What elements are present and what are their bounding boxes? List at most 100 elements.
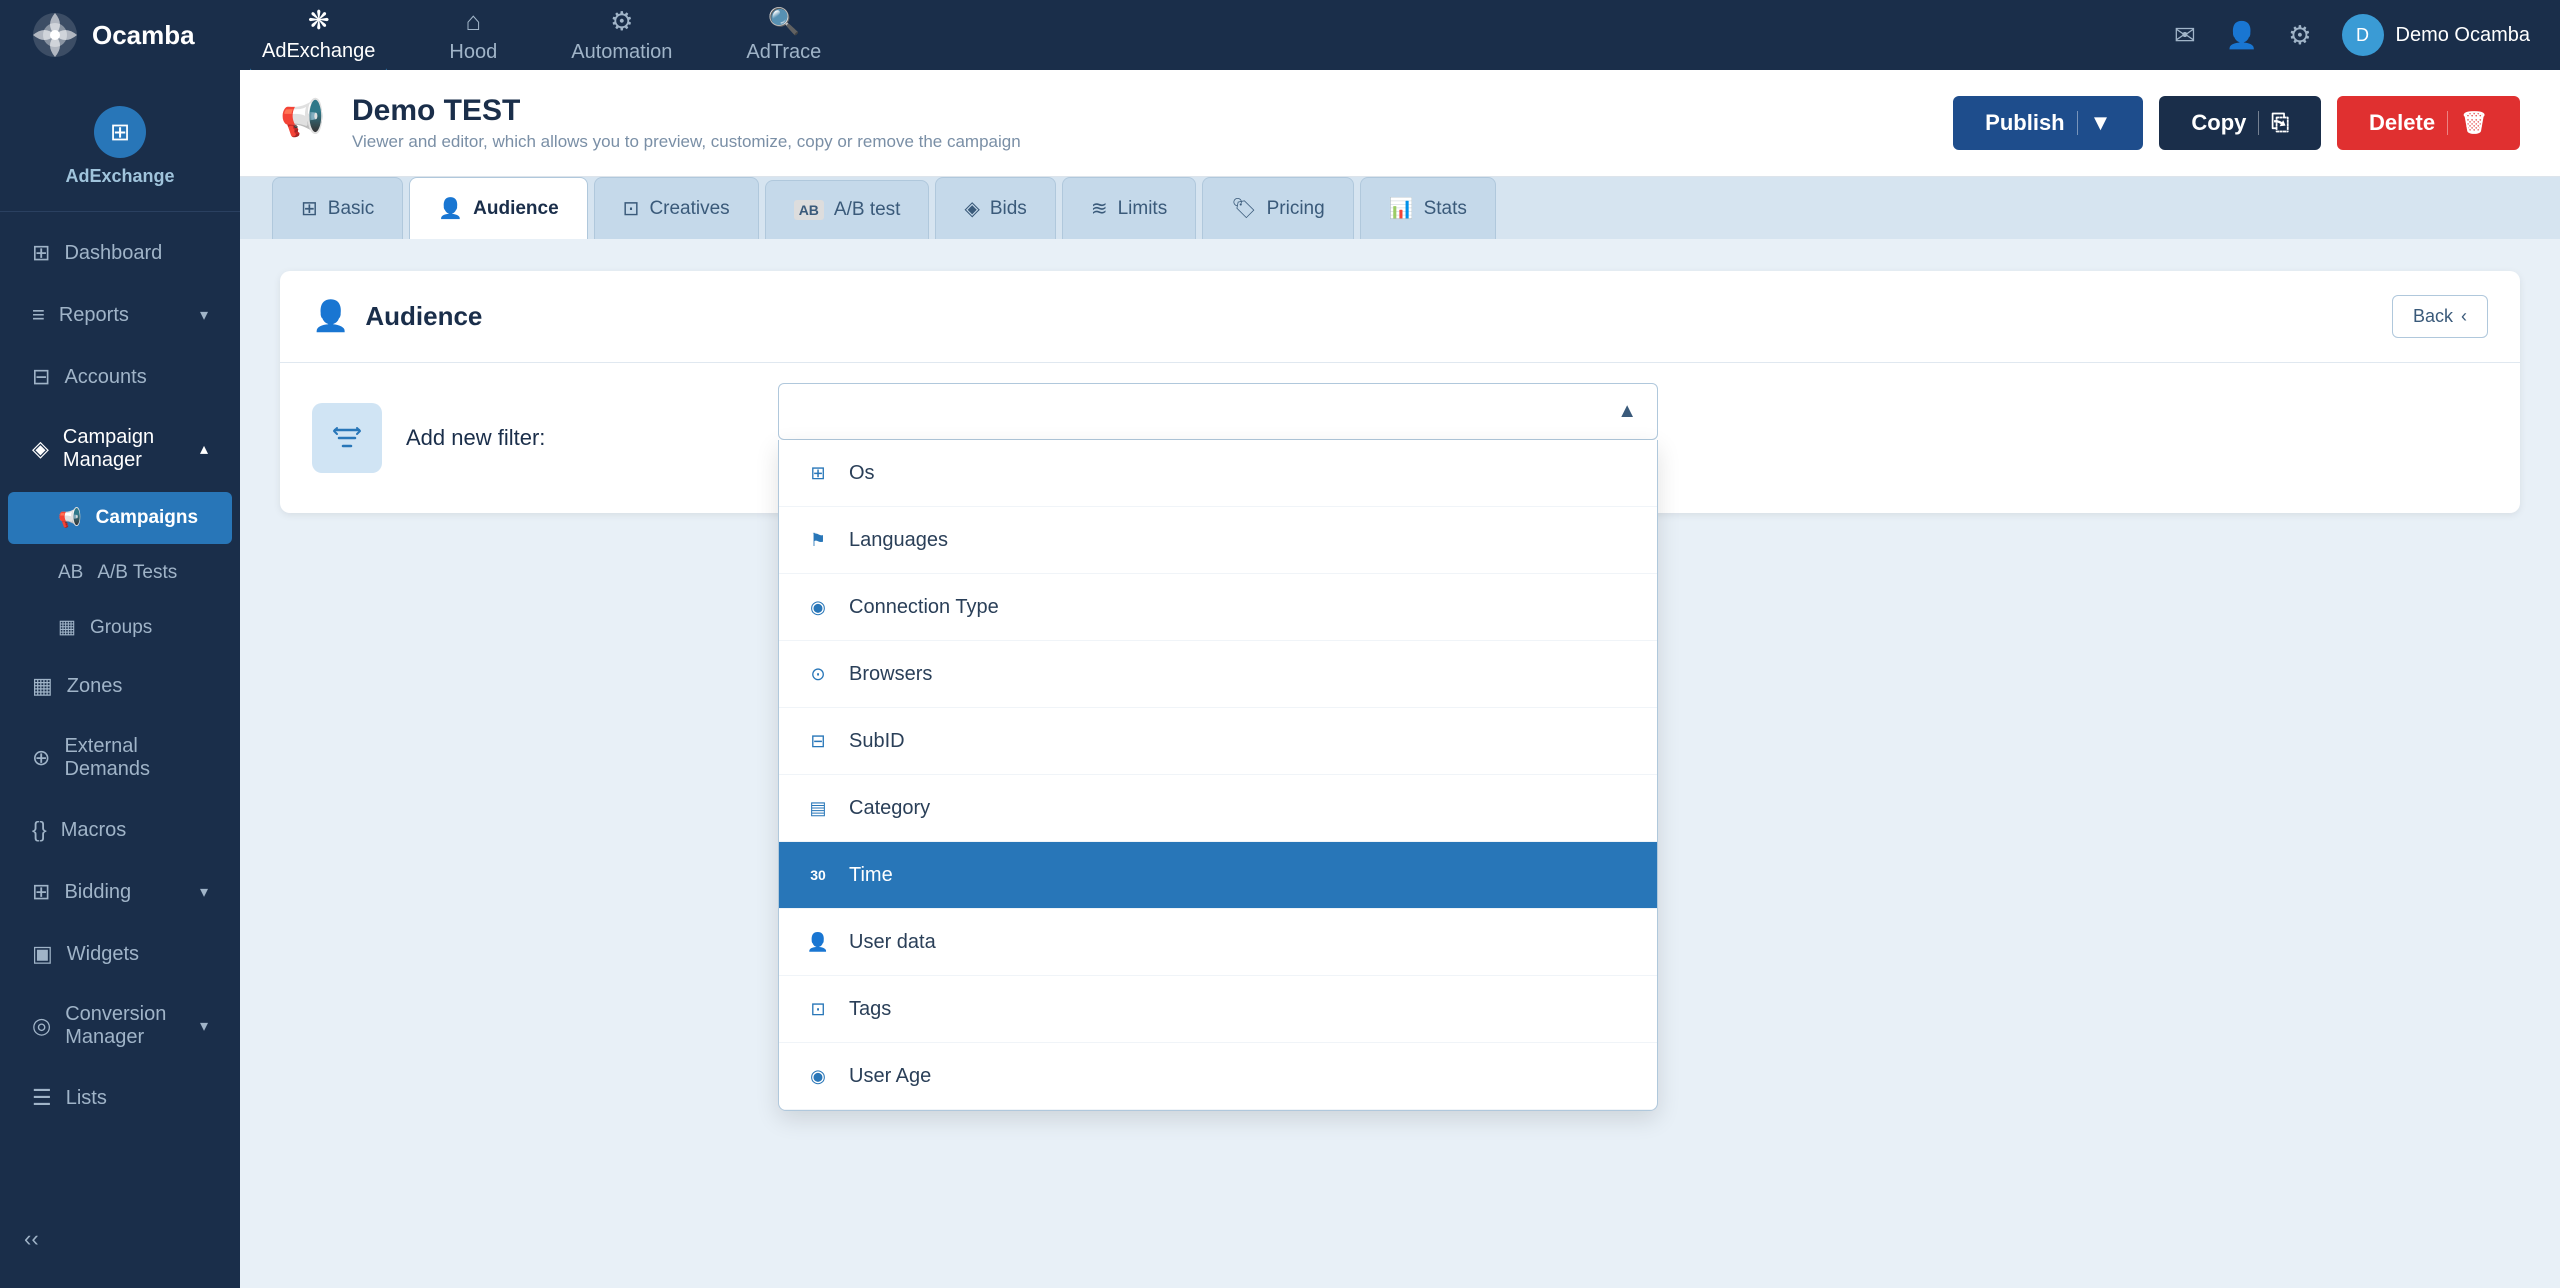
ab-tests-icon: AB [58,562,83,584]
tab-stats[interactable]: 📊 Stats [1360,177,1496,239]
tab-label-limits: Limits [1118,198,1168,220]
dropdown-item-category[interactable]: ▤ Category [779,775,1657,842]
limits-tab-icon: ≋ [1091,196,1108,221]
basic-tab-icon: ⊞ [301,196,318,221]
campaign-header-icon: 📢 [280,97,332,149]
mail-icon[interactable]: ✉ [2174,20,2196,51]
filter-dropdown: ▲ ⊞ Os ⚑ Languages [778,383,1658,1111]
back-label: Back [2413,306,2453,327]
sidebar-item-external-demands[interactable]: ⊕ External Demands [8,719,232,797]
dropdown-item-label-connection-type: Connection Type [849,596,999,619]
reports-icon: ≡ [32,302,45,328]
sidebar-collapse-button[interactable]: ‹‹ [0,1210,240,1268]
tab-ab-test[interactable]: AB A/B test [765,180,930,239]
sidebar-item-lists[interactable]: ☰ Lists [8,1069,232,1127]
main-layout: ⊞ AdExchange ⊞ Dashboard ≡ Reports ▾ ⊟ A… [0,70,2560,1288]
zones-icon: ▦ [32,673,53,699]
nav-item-adtrace[interactable]: 🔍 AdTrace [734,0,833,72]
sidebar-item-dashboard[interactable]: ⊞ Dashboard [8,224,232,282]
sidebar-item-bidding[interactable]: ⊞ Bidding ▾ [8,863,232,921]
sidebar-item-zones[interactable]: ▦ Zones [8,657,232,715]
dropdown-trigger[interactable]: ▲ [778,383,1658,440]
user-data-icon: 👤 [803,927,833,957]
tab-audience[interactable]: 👤 Audience [409,177,587,239]
sidebar-label-lists: Lists [66,1087,107,1110]
dropdown-item-label-browsers: Browsers [849,663,932,686]
nav-item-adexchange[interactable]: ❋ AdExchange [250,0,387,74]
audience-panel-header: 👤 Audience Back ‹ [280,271,2520,363]
dropdown-item-subid[interactable]: ⊟ SubID [779,708,1657,775]
sidebar-item-groups[interactable]: ▦ Groups [8,602,232,653]
browsers-icon: ⊙ [803,659,833,689]
audience-tab-icon: 👤 [438,196,463,221]
sidebar-item-macros[interactable]: {} Macros [8,801,232,859]
dropdown-item-time[interactable]: 30 Time [779,842,1657,909]
bidding-icon: ⊞ [32,879,50,905]
sidebar-item-reports[interactable]: ≡ Reports ▾ [8,286,232,344]
settings-icon[interactable]: ⚙ [2288,20,2311,51]
dropdown-item-label-os: Os [849,462,875,485]
campaigns-icon: 📢 [58,506,82,530]
adexchange-sidebar-icon: ⊞ [94,106,146,158]
dropdown-item-label-subid: SubID [849,730,905,753]
delete-label: Delete [2369,110,2435,136]
dropdown-item-tags[interactable]: ⊡ Tags [779,976,1657,1043]
tab-bids[interactable]: ◈ Bids [935,177,1055,239]
widgets-icon: ▣ [32,941,53,967]
automation-icon: ⚙ [610,6,633,37]
sidebar-label-ab-tests: A/B Tests [97,562,177,584]
sidebar-label-macros: Macros [61,819,127,842]
dropdown-item-os[interactable]: ⊞ Os [779,440,1657,507]
sidebar-item-ab-tests[interactable]: AB A/B Tests [8,548,232,598]
sidebar-label-campaigns: Campaigns [96,507,198,529]
user-name: Demo Ocamba [2396,24,2531,47]
sidebar-label-groups: Groups [90,617,152,639]
app-name: Ocamba [92,20,195,51]
campaign-manager-icon: ◈ [32,436,49,462]
category-icon: ▤ [803,793,833,823]
sidebar-item-campaign-manager[interactable]: ◈ Campaign Manager ▴ [8,410,232,488]
sidebar-item-campaigns[interactable]: 📢 Campaigns [8,492,232,544]
copy-button[interactable]: Copy ⎘ [2159,96,2321,150]
top-nav-right: ✉ 👤 ⚙ D Demo Ocamba [2174,14,2530,56]
dropdown-item-connection-type[interactable]: ◉ Connection Type [779,574,1657,641]
copy-icon: ⎘ [2271,110,2289,136]
filter-icon-box [312,403,382,473]
user-menu[interactable]: D Demo Ocamba [2342,14,2531,56]
nav-item-hood[interactable]: ⌂ Hood [437,0,509,72]
sidebar-label-widgets: Widgets [67,943,139,966]
sidebar-item-accounts[interactable]: ⊟ Accounts [8,348,232,406]
campaign-manager-chevron: ▴ [200,439,208,459]
copy-divider [2258,111,2259,135]
sidebar-label-dashboard: Dashboard [64,242,162,265]
audience-panel: 👤 Audience Back ‹ Add new f [280,271,2520,513]
groups-icon: ▦ [58,616,76,639]
reports-chevron: ▾ [200,305,208,325]
dropdown-item-user-age[interactable]: ◉ User Age [779,1043,1657,1110]
back-button[interactable]: Back ‹ [2392,295,2488,338]
accounts-icon: ⊟ [32,364,50,390]
tab-creatives[interactable]: ⊡ Creatives [594,177,759,239]
sidebar-label-bidding: Bidding [64,881,131,904]
publish-divider [2077,111,2078,135]
dropdown-item-languages[interactable]: ⚑ Languages [779,507,1657,574]
filter-label: Add new filter: [406,425,545,451]
sidebar-item-conversion-manager[interactable]: ◎ Conversion Manager ▾ [8,987,232,1065]
time-icon: 30 [803,860,833,890]
bids-tab-icon: ◈ [964,196,979,221]
tab-limits[interactable]: ≋ Limits [1062,177,1196,239]
dropdown-item-browsers[interactable]: ⊙ Browsers [779,641,1657,708]
contact-icon[interactable]: 👤 [2226,20,2258,51]
publish-button[interactable]: Publish ▼ [1953,96,2143,150]
app-logo[interactable]: Ocamba [30,10,210,60]
dropdown-item-label-time: Time [849,864,893,887]
tab-basic[interactable]: ⊞ Basic [272,177,403,239]
delete-button[interactable]: Delete 🗑 [2337,96,2520,150]
dropdown-item-user-data[interactable]: 👤 User data [779,909,1657,976]
main-panel: 👤 Audience Back ‹ Add new f [240,239,2560,1288]
dropdown-list: ⊞ Os ⚑ Languages ◉ Connection Type [778,440,1658,1111]
nav-item-automation[interactable]: ⚙ Automation [559,0,684,72]
tab-label-pricing: Pricing [1267,198,1325,220]
tab-pricing[interactable]: 🏷 Pricing [1202,177,1353,239]
sidebar-item-widgets[interactable]: ▣ Widgets [8,925,232,983]
